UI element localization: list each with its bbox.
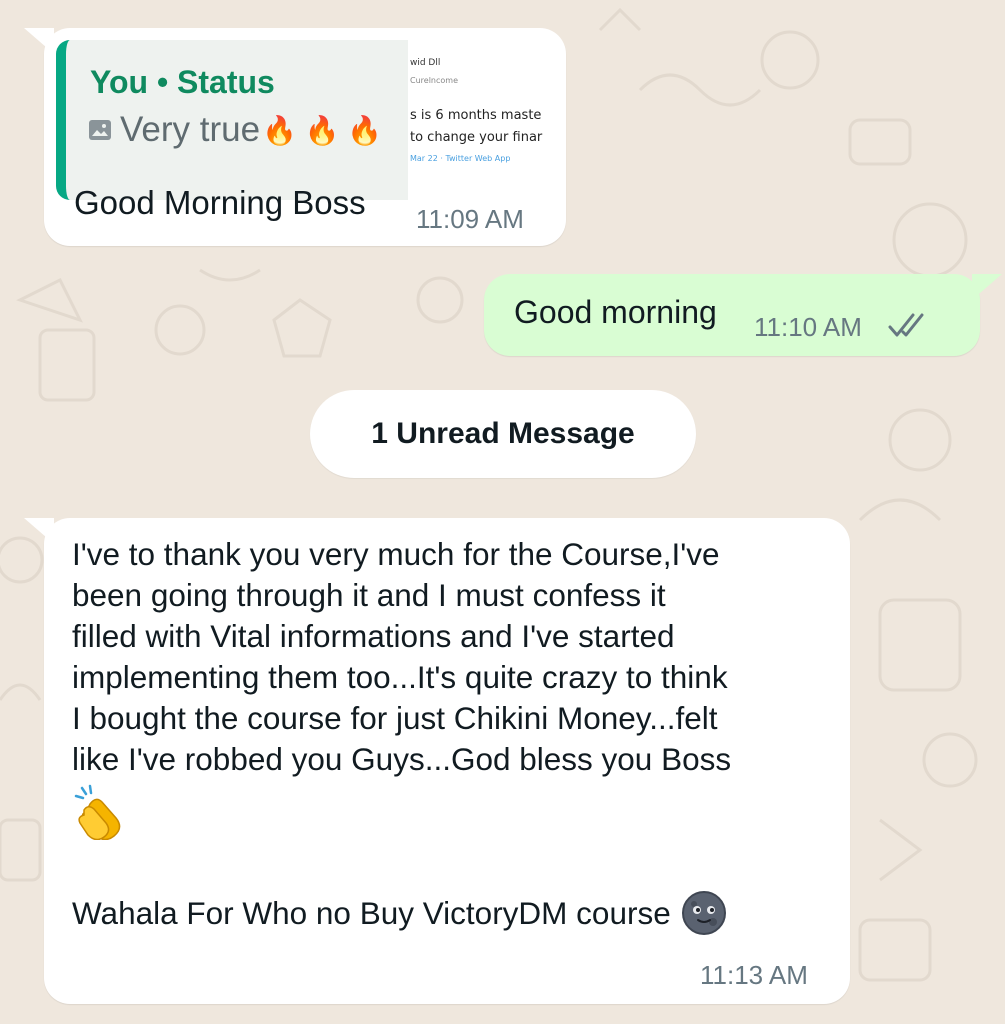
quote-text-row: Very true 🔥 🔥 🔥 <box>88 110 382 150</box>
quote-author: You • Status <box>90 64 275 100</box>
thumb-line: wid Dll <box>410 58 441 68</box>
incoming-message-bubble[interactable]: You • Status Very true 🔥 🔥 🔥 wid Dll Cur… <box>24 28 566 246</box>
message-footer-line: Wahala For Who no Buy VictoryDM course <box>72 890 727 936</box>
message-body: I've to thank you very much for the Cour… <box>72 534 832 780</box>
message-text: Good Morning Boss <box>74 184 366 221</box>
message-time: 11:09 AM <box>416 204 524 234</box>
message-time: 11:10 AM <box>754 312 862 342</box>
message-line: implementing them too...It's quite crazy… <box>72 659 728 695</box>
message-line: filled with Vital informations and I've … <box>72 618 675 654</box>
quote-text: Very true <box>120 110 261 149</box>
message-line: I bought the course for just Chikini Mon… <box>72 700 718 736</box>
message-line: I've to thank you very much for the Cour… <box>72 536 720 572</box>
double-check-icon <box>888 313 924 337</box>
incoming-message-bubble[interactable]: I've to thank you very much for the Cour… <box>24 518 850 1004</box>
message-line: been going through it and I must confess… <box>72 577 666 613</box>
clapping-hands-icon <box>74 784 121 840</box>
message-footer-text: Wahala For Who no Buy VictoryDM course <box>72 894 671 931</box>
thumb-line: s is 6 months maste <box>410 108 542 123</box>
message-time: 11:13 AM <box>700 960 808 990</box>
fire-emoji: 🔥 🔥 🔥 <box>262 114 383 146</box>
unread-divider-label: 1 Unread Message <box>371 417 635 450</box>
message-line: like I've robbed you Guys...God bless yo… <box>72 741 732 777</box>
unread-messages-divider: 1 Unread Message <box>310 390 696 478</box>
thumb-line: Mar 22 · Twitter Web App <box>410 154 511 163</box>
image-icon <box>89 120 111 140</box>
status-thumbnail[interactable]: wid Dll Curelncome s is 6 months maste t… <box>408 40 554 200</box>
reply-quote[interactable]: You • Status Very true 🔥 🔥 🔥 <box>56 40 408 200</box>
new-moon-face-icon <box>681 891 726 935</box>
thumb-line: to change your finar <box>410 130 543 145</box>
message-text: Good morning <box>514 294 717 330</box>
outgoing-message-bubble[interactable]: Good morning 11:10 AM <box>484 274 1002 356</box>
thumb-line: Curelncome <box>410 76 458 85</box>
